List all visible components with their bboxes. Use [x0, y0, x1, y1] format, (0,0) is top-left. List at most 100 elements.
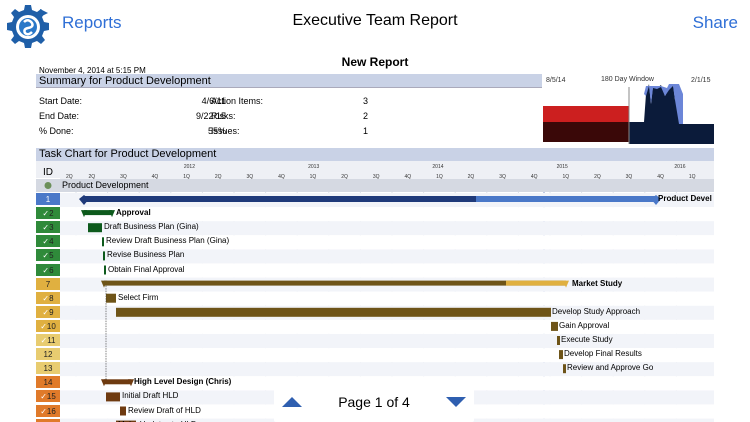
- task-id-cell[interactable]: ✓8: [36, 291, 60, 305]
- task-id: 8: [49, 293, 54, 303]
- task-id-cell[interactable]: ✓3: [36, 221, 60, 235]
- summary-panel: Summary for Product Development Start Da…: [36, 74, 542, 144]
- task-bar[interactable]: [116, 307, 551, 317]
- navigation-bar: Reports Executive Team Report Share: [0, 0, 750, 48]
- task-id-cell[interactable]: ✓6: [36, 263, 60, 277]
- task-label: Market Study: [572, 278, 623, 288]
- summary-bar[interactable]: [104, 280, 566, 286]
- summary-bar[interactable]: [84, 210, 112, 216]
- task-id: 3: [49, 223, 54, 233]
- check-icon: ✓: [40, 392, 47, 402]
- task-bar[interactable]: [563, 364, 566, 374]
- task-id-cell[interactable]: ✓4: [36, 235, 60, 249]
- issues-label: Issues:: [211, 126, 240, 136]
- check-icon: ✓: [40, 406, 47, 416]
- year-label: 2013: [308, 164, 319, 170]
- task-label: Review Draft of HLD: [128, 405, 201, 415]
- task-id-cell[interactable]: 1: [36, 193, 60, 206]
- year-label: 2014: [432, 164, 443, 170]
- task-label: Initial Draft HLD: [122, 391, 179, 401]
- task-id-cell[interactable]: ✓2: [36, 207, 60, 221]
- task-bar[interactable]: [88, 223, 102, 233]
- action-items-label: Action Items:: [211, 96, 264, 106]
- task-label: Approval: [116, 208, 151, 218]
- task-bar[interactable]: [102, 237, 104, 247]
- task-id: 16: [46, 406, 56, 416]
- task-bar[interactable]: [557, 336, 560, 345]
- start-date-label: Start Date:: [39, 96, 83, 106]
- task-label: Gain Approval: [559, 320, 610, 330]
- task-id: 9: [49, 307, 54, 317]
- task-id-cell[interactable]: ✓16: [36, 404, 60, 418]
- task-label: Review Draft Business Plan (Gina): [106, 236, 230, 246]
- task-label: Develop Final Results: [564, 349, 642, 359]
- task-bar[interactable]: [120, 406, 126, 416]
- row-background: [60, 334, 714, 348]
- task-id-cell[interactable]: ✓9: [36, 305, 60, 319]
- gantt-chart: 2Q 3Q 4Q 1Q 2Q 3Q 4Q 1Q 2Q 3Q 4Q 1Q 2Q 3Q 4Q 1Q 2Q 3Q 4Q 1Q…: [36, 161, 714, 422]
- risks-label: Risks:: [211, 111, 236, 121]
- share-button[interactable]: Share: [693, 13, 738, 33]
- year-label: 2016: [674, 164, 685, 170]
- percent-done-label: % Done:: [39, 126, 74, 136]
- task-label: Product Devel: [658, 194, 712, 203]
- action-items-value: 3: [363, 96, 369, 106]
- task-label: Obtain Final Approval: [108, 264, 185, 274]
- task-id: 15: [46, 392, 56, 402]
- risks-value: 2: [363, 111, 369, 121]
- window-chart: [543, 84, 714, 144]
- task-id: 6: [49, 265, 54, 275]
- pager: Page 1 of 4: [274, 384, 474, 422]
- task-bar[interactable]: [104, 265, 106, 275]
- task-id-cell[interactable]: 7: [36, 277, 60, 291]
- task-label: Revise Business Plan: [107, 250, 185, 260]
- task-bar[interactable]: [103, 251, 105, 261]
- task-id: 12: [43, 350, 53, 360]
- task-id: 4: [49, 237, 54, 247]
- task-id: 5: [49, 251, 54, 261]
- summary-bar[interactable]: [104, 379, 131, 385]
- task-label: High Level Design (Chris): [134, 377, 232, 387]
- task-id-cell[interactable]: 14: [36, 376, 60, 390]
- group-expand-icon[interactable]: [44, 182, 52, 189]
- issues-value: 1: [363, 126, 369, 136]
- task-id-cell[interactable]: ✓10: [36, 319, 60, 333]
- task-id-cell[interactable]: ✓5: [36, 249, 60, 263]
- task-id-cell[interactable]: 13: [36, 362, 60, 376]
- row-background: [60, 207, 714, 222]
- task-id: 14: [43, 378, 53, 388]
- year-label: 2015: [557, 164, 568, 170]
- task-id-cell[interactable]: ✓17: [36, 418, 60, 422]
- task-id-cell[interactable]: ✓15: [36, 390, 60, 404]
- project-bar[interactable]: [84, 196, 476, 202]
- year-label: 2012: [184, 164, 195, 170]
- id-column-header: ID: [36, 166, 60, 179]
- task-label: Draft Business Plan (Gina): [104, 222, 199, 232]
- task-label: Develop Study Approach: [552, 306, 641, 316]
- report-screen: Reports Executive Team Report Share New …: [0, 0, 750, 422]
- end-date-label: End Date:: [39, 111, 80, 121]
- next-page-icon[interactable]: [446, 397, 466, 407]
- task-id: 13: [43, 364, 53, 374]
- day-window-graphic: 8/5/14 180 Day Window 2/1/15: [543, 74, 714, 144]
- task-id: 7: [45, 279, 51, 289]
- row-background: [60, 319, 714, 334]
- task-bar[interactable]: [106, 293, 116, 303]
- summary-title: Summary for Product Development: [36, 74, 542, 88]
- task-label: Execute Study: [561, 335, 613, 344]
- task-bar[interactable]: [551, 321, 558, 331]
- check-icon: ✓: [40, 321, 47, 331]
- task-label: Select Firm: [118, 292, 159, 302]
- task-bar[interactable]: [559, 350, 563, 360]
- task-id-cell[interactable]: ✓11: [36, 334, 60, 347]
- summary-bar-remaining: [506, 280, 566, 286]
- task-id: 2: [49, 209, 54, 219]
- task-bar[interactable]: [106, 392, 120, 402]
- screen-title: Executive Team Report: [292, 12, 458, 29]
- task-id-cell[interactable]: 12: [36, 348, 60, 362]
- task-label: Review and Approve Go: [567, 363, 654, 373]
- task-id: 10: [46, 321, 56, 331]
- task-id: 1: [45, 195, 51, 204]
- page-indicator: Page 1 of 4: [338, 394, 410, 410]
- project-bar-remaining: [476, 196, 656, 202]
